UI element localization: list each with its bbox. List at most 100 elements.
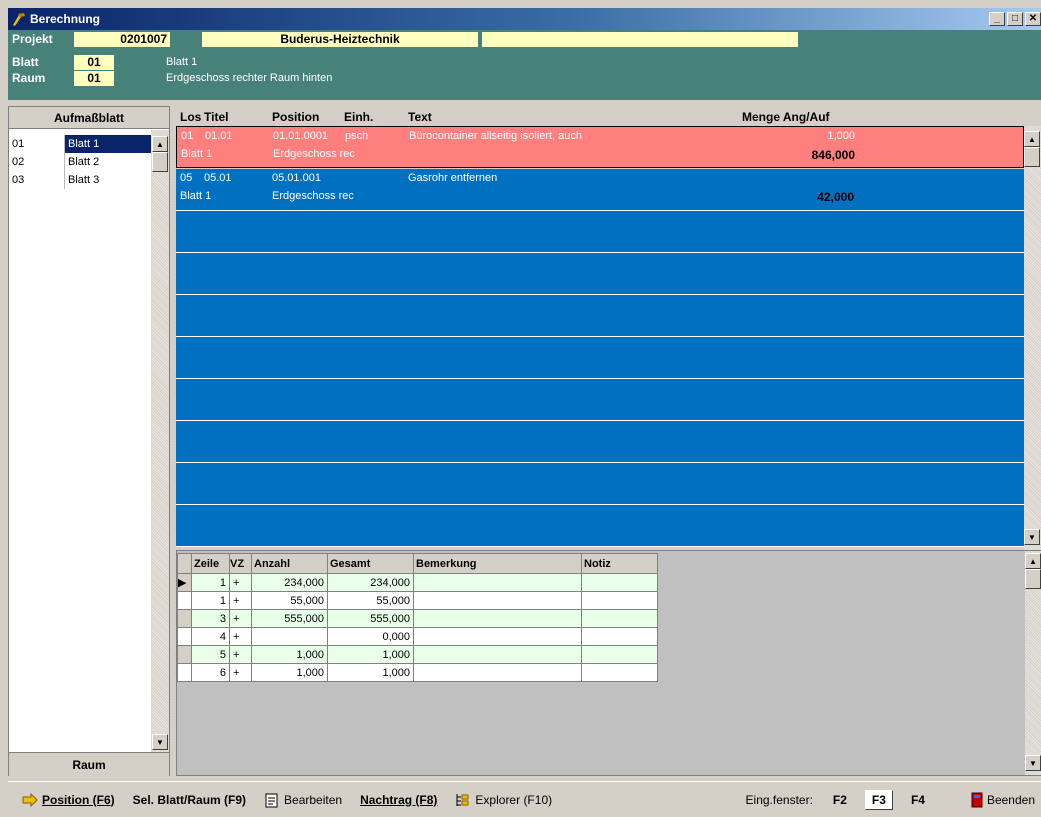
cell-gesamt[interactable]: 55,000 (327, 591, 414, 610)
position-row[interactable] (176, 463, 1024, 505)
table-row[interactable]: 4 + 0,000 (177, 627, 658, 646)
bearbeiten-button[interactable]: Bearbeiten (264, 792, 342, 808)
col-gesamt[interactable]: Gesamt (327, 553, 414, 574)
left-scrollbar[interactable]: ▲ ▼ (151, 130, 169, 752)
cell-bemerkung[interactable] (413, 627, 582, 646)
position-button[interactable]: Position (F6) (22, 792, 115, 807)
beenden-button[interactable]: Beenden (971, 792, 1035, 808)
maximize-button[interactable]: □ (1007, 12, 1023, 26)
table-row[interactable]: 6 + 1,000 1,000 (177, 663, 658, 682)
col-vz[interactable]: VZ (229, 553, 252, 574)
cell-bemerkung[interactable] (413, 663, 582, 682)
col-position[interactable]: Position (272, 110, 319, 124)
row-selector[interactable] (177, 663, 192, 682)
f2-button[interactable]: F2 (827, 791, 853, 809)
row-pointer-icon[interactable]: ▶ (177, 573, 192, 592)
cell-vz[interactable]: + (229, 573, 252, 592)
projekt-number-field[interactable]: 0201007 (74, 32, 170, 47)
table-row[interactable]: ▶ 1 + 234,000 234,000 (177, 573, 658, 592)
projekt-name-field[interactable]: Buderus-Heiztechnik (202, 32, 478, 47)
position-row[interactable] (176, 211, 1024, 253)
cell-notiz[interactable] (581, 609, 658, 628)
position-row[interactable] (176, 295, 1024, 337)
cell-anzahl[interactable] (251, 627, 328, 646)
cell-zeile[interactable]: 1 (191, 591, 230, 610)
col-los[interactable]: Los (180, 110, 201, 124)
cell-anzahl[interactable]: 1,000 (251, 663, 328, 682)
cell-bemerkung[interactable] (413, 609, 582, 628)
cell-zeile[interactable]: 1 (191, 573, 230, 592)
cell-gesamt[interactable]: 1,000 (327, 663, 414, 682)
cell-vz[interactable]: + (229, 663, 252, 682)
position-row[interactable]: 05 05.01 05.01.001 Gasrohr entfernen Bla… (176, 169, 1024, 211)
cell-gesamt[interactable]: 555,000 (327, 609, 414, 628)
position-row[interactable] (176, 421, 1024, 463)
raum-number-field[interactable]: 01 (74, 71, 114, 86)
cell-bemerkung[interactable] (413, 573, 582, 592)
cell-anzahl[interactable]: 234,000 (251, 573, 328, 592)
col-text[interactable]: Text (408, 110, 432, 124)
cell-notiz[interactable] (581, 573, 658, 592)
cell-zeile[interactable]: 3 (191, 609, 230, 628)
row-selector[interactable] (177, 645, 192, 664)
scroll-thumb[interactable] (1024, 147, 1040, 167)
cell-vz[interactable]: + (229, 591, 252, 610)
scroll-down-icon[interactable]: ▼ (1024, 529, 1040, 545)
col-titel[interactable]: Titel (204, 110, 228, 124)
table-row[interactable]: 3 + 555,000 555,000 (177, 609, 658, 628)
col-einh[interactable]: Einh. (344, 110, 373, 124)
explorer-button[interactable]: Explorer (F10) (455, 792, 552, 808)
grid-scrollbar[interactable]: ▲ ▼ (1025, 551, 1041, 775)
cell-notiz[interactable] (581, 645, 658, 664)
row-selector[interactable] (177, 609, 192, 628)
list-item[interactable]: 01 Blatt 1 (9, 135, 151, 153)
minimize-button[interactable]: _ (989, 12, 1005, 26)
table-row[interactable]: 1 + 55,000 55,000 (177, 591, 658, 610)
position-row[interactable]: 01 01.01 01.01.0001 psch Bürocontainer a… (176, 126, 1024, 168)
sel-blatt-raum-button[interactable]: Sel. Blatt/Raum (F9) (133, 793, 246, 807)
scroll-up-icon[interactable]: ▲ (1025, 553, 1041, 569)
col-anzahl[interactable]: Anzahl (251, 553, 328, 574)
scroll-up-icon[interactable]: ▲ (1024, 131, 1040, 147)
projekt-extra-field[interactable] (482, 32, 798, 47)
scroll-thumb[interactable] (1025, 569, 1041, 589)
cell-gesamt[interactable]: 234,000 (327, 573, 414, 592)
row-selector[interactable] (177, 627, 192, 646)
position-row[interactable] (176, 505, 1024, 547)
cell-zeile[interactable]: 4 (191, 627, 230, 646)
cell-bemerkung[interactable] (413, 645, 582, 664)
list-item[interactable]: 02 Blatt 2 (9, 153, 151, 171)
blatt-number-field[interactable]: 01 (74, 55, 114, 70)
f3-button[interactable]: F3 (864, 789, 893, 810)
cell-zeile[interactable]: 6 (191, 663, 230, 682)
positions-scrollbar[interactable]: ▲ ▼ (1024, 126, 1041, 550)
scroll-up-icon[interactable]: ▲ (152, 136, 168, 152)
cell-notiz[interactable] (581, 663, 658, 682)
cell-gesamt[interactable]: 1,000 (327, 645, 414, 664)
cell-gesamt[interactable]: 0,000 (327, 627, 414, 646)
cell-anzahl[interactable]: 555,000 (251, 609, 328, 628)
cell-anzahl[interactable]: 55,000 (251, 591, 328, 610)
cell-vz[interactable]: + (229, 609, 252, 628)
raum-footer-button[interactable]: Raum (9, 752, 169, 776)
position-row[interactable] (176, 253, 1024, 295)
col-menge[interactable]: Menge Ang/Auf (742, 110, 830, 124)
cell-vz[interactable]: + (229, 627, 252, 646)
table-row[interactable]: 5 + 1,000 1,000 (177, 645, 658, 664)
nachtrag-button[interactable]: Nachtrag (F8) (360, 793, 437, 807)
f4-button[interactable]: F4 (905, 791, 931, 809)
cell-notiz[interactable] (581, 591, 658, 610)
cell-zeile[interactable]: 5 (191, 645, 230, 664)
cell-anzahl[interactable]: 1,000 (251, 645, 328, 664)
row-selector[interactable] (177, 591, 192, 610)
col-zeile[interactable]: Zeile (191, 553, 230, 574)
col-bemerkung[interactable]: Bemerkung (413, 553, 582, 574)
scroll-thumb[interactable] (152, 152, 168, 172)
position-row[interactable] (176, 337, 1024, 379)
cell-vz[interactable]: + (229, 645, 252, 664)
cell-bemerkung[interactable] (413, 591, 582, 610)
list-item[interactable]: 03 Blatt 3 (9, 171, 151, 189)
aufmassblatt-header[interactable]: Aufmaßblatt (9, 107, 169, 129)
position-row[interactable] (176, 379, 1024, 421)
scroll-down-icon[interactable]: ▼ (152, 734, 168, 750)
